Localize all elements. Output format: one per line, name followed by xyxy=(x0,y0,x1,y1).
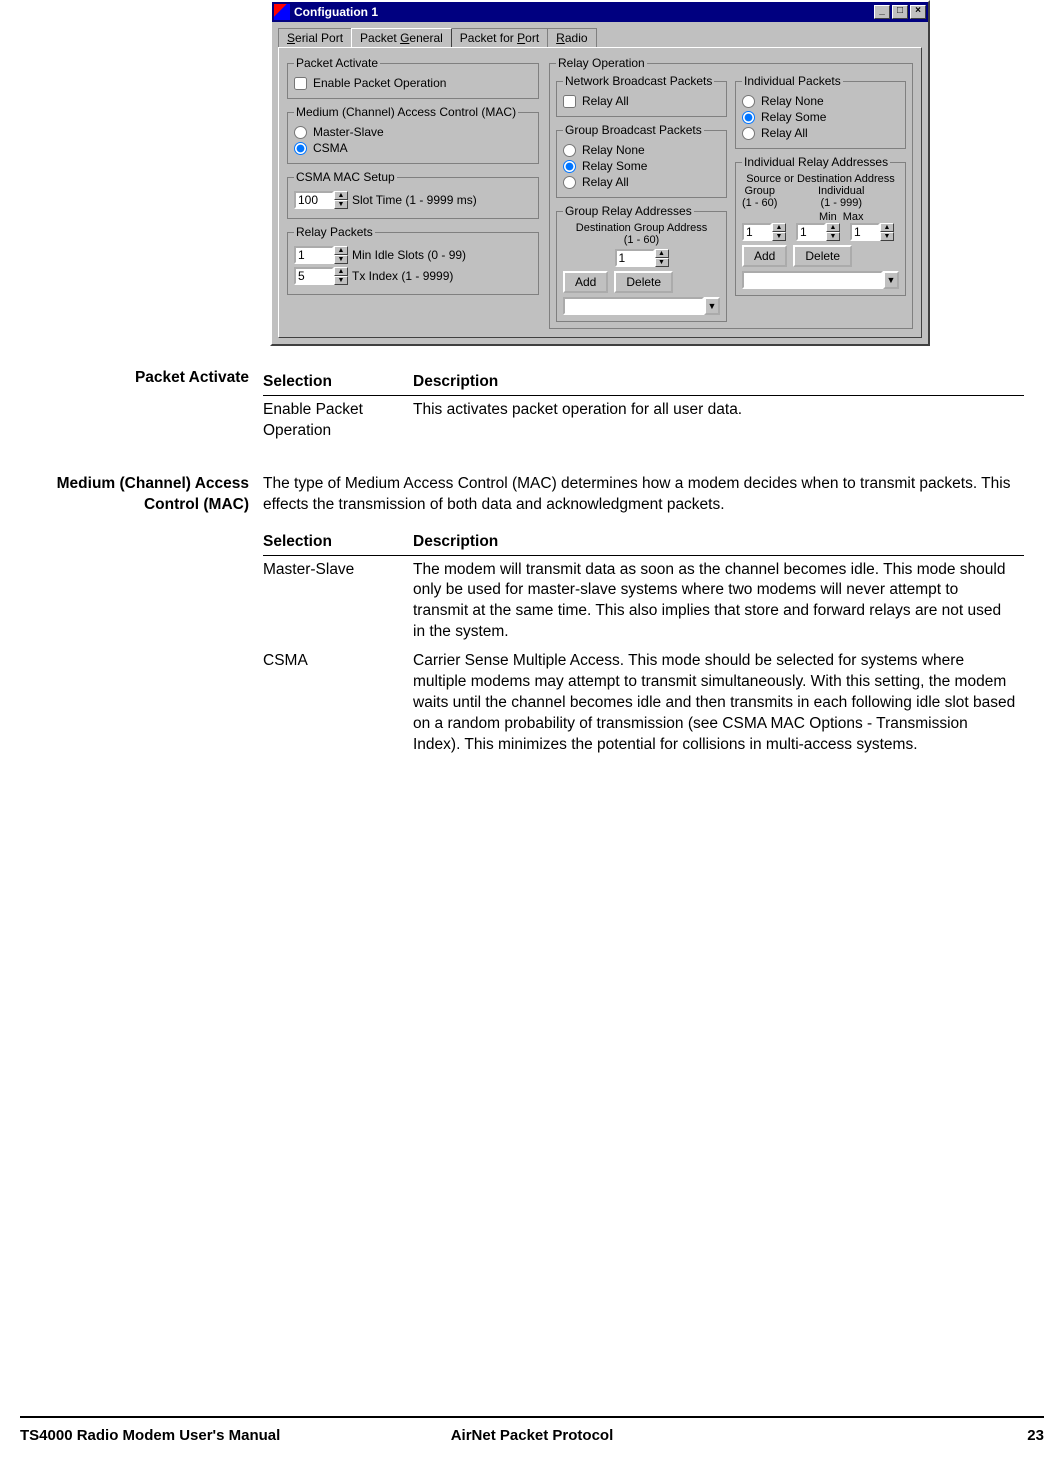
input-min-idle[interactable] xyxy=(294,246,334,264)
spin-down-icon[interactable]: ▼ xyxy=(655,258,669,267)
group-relay-operation: Relay Operation Network Broadcast Packet… xyxy=(549,56,913,329)
dropdown-ind-list[interactable]: ▼ xyxy=(742,271,899,289)
radio-master-slave[interactable]: Master-Slave xyxy=(294,125,532,139)
window-title: Configuation 1 xyxy=(294,5,874,19)
titlebar[interactable]: Configuation 1 _ □ × xyxy=(272,2,928,22)
radio-ip-all[interactable]: Relay All xyxy=(742,126,899,140)
tab-panel: Packet Activate Enable Packet Operation … xyxy=(278,47,922,338)
spin-tx-index[interactable]: ▲▼ xyxy=(294,267,348,285)
group-network-broadcast: Network Broadcast Packets Relay All xyxy=(556,74,727,117)
group-individual-packets: Individual Packets Relay None Relay Some… xyxy=(735,74,906,149)
group-mac: Medium (Channel) Access Control (MAC) Ma… xyxy=(287,105,539,164)
button-group-add[interactable]: Add xyxy=(563,271,608,293)
radio-ip-none[interactable]: Relay None xyxy=(742,94,899,108)
group-csma-setup: CSMA MAC Setup ▲▼ Slot Time (1 - 9999 ms… xyxy=(287,170,539,219)
button-ind-add[interactable]: Add xyxy=(742,245,787,267)
spin-up-icon[interactable]: ▲ xyxy=(880,223,894,232)
dropdown-group-list[interactable]: ▼ xyxy=(563,297,720,315)
chevron-down-icon[interactable]: ▼ xyxy=(883,271,899,289)
tab-serial-port[interactable]: Serial Port xyxy=(278,28,352,47)
radio-ip-some[interactable]: Relay Some xyxy=(742,110,899,124)
input-ind-max[interactable] xyxy=(850,223,880,241)
spin-down-icon[interactable]: ▼ xyxy=(334,276,348,285)
label-tx-index: Tx Index (1 - 9999) xyxy=(352,269,453,283)
spin-up-icon[interactable]: ▲ xyxy=(334,191,348,200)
legend-relay-packets: Relay Packets xyxy=(294,225,375,239)
button-ind-delete[interactable]: Delete xyxy=(793,245,852,267)
spin-up-icon[interactable]: ▲ xyxy=(334,246,348,255)
minimize-button[interactable]: _ xyxy=(874,5,890,19)
group-group-broadcast: Group Broadcast Packets Relay None Relay… xyxy=(556,123,727,198)
spin-up-icon[interactable]: ▲ xyxy=(334,267,348,276)
radio-csma[interactable]: CSMA xyxy=(294,141,532,155)
footer-center: AirNet Packet Protocol xyxy=(361,1427,702,1444)
table-row: CSMA Carrier Sense Multiple Access. This… xyxy=(263,647,1024,760)
legend-packet-activate: Packet Activate xyxy=(294,56,380,70)
spin-group-addr[interactable]: ▲▼ xyxy=(615,249,669,267)
radio-gb-all[interactable]: Relay All xyxy=(563,175,720,189)
chevron-down-icon[interactable]: ▼ xyxy=(704,297,720,315)
checkbox-enable-packet[interactable]: Enable Packet Operation xyxy=(294,76,532,90)
table-mac: Selection Description Master-Slave The m… xyxy=(263,530,1024,760)
spin-up-icon[interactable]: ▲ xyxy=(826,223,840,232)
spin-down-icon[interactable]: ▼ xyxy=(334,200,348,209)
spin-down-icon[interactable]: ▼ xyxy=(772,232,786,241)
label-slot-time: Slot Time (1 - 9999 ms) xyxy=(352,193,477,207)
checkbox-nb-relay-all[interactable]: Relay All xyxy=(563,94,720,108)
mac-intro: The type of Medium Access Control (MAC) … xyxy=(263,474,1024,516)
spin-slot-time[interactable]: ▲▼ xyxy=(294,191,348,209)
checkbox-enable-packet-input[interactable] xyxy=(294,77,307,90)
input-slot-time[interactable] xyxy=(294,191,334,209)
tab-radio[interactable]: Radio xyxy=(547,28,596,47)
spin-min-idle[interactable]: ▲▼ xyxy=(294,246,348,264)
tab-packet-general[interactable]: Packet General xyxy=(351,28,452,47)
table-packet-activate: Selection Description Enable Packet Oper… xyxy=(263,370,1024,446)
page-footer: TS4000 Radio Modem User's Manual AirNet … xyxy=(20,1427,1044,1444)
spin-ind-max[interactable]: ▲▼ xyxy=(850,223,898,241)
section-label-packet-activate: Packet Activate xyxy=(8,368,263,446)
legend-relay-operation: Relay Operation xyxy=(556,56,647,70)
tab-packet-for-port[interactable]: Packet for Port xyxy=(451,28,548,47)
spin-ind-group[interactable]: ▲▼ xyxy=(742,223,790,241)
spin-down-icon[interactable]: ▼ xyxy=(826,232,840,241)
maximize-button[interactable]: □ xyxy=(892,5,908,19)
footer-right: 23 xyxy=(703,1427,1044,1444)
spin-up-icon[interactable]: ▲ xyxy=(655,249,669,258)
radio-gb-none[interactable]: Relay None xyxy=(563,143,720,157)
table-row: Master-Slave The modem will transmit dat… xyxy=(263,555,1024,647)
group-group-relay-addr: Group Relay Addresses Destination Group … xyxy=(556,204,727,322)
config-window: Configuation 1 _ □ × Serial Port Packet … xyxy=(270,0,930,346)
label-min-idle: Min Idle Slots (0 - 99) xyxy=(352,248,466,262)
th-description: Description xyxy=(413,370,1024,395)
input-ind-min[interactable] xyxy=(796,223,826,241)
label-ind-addr-sub: Source or Destination Address xyxy=(742,173,899,185)
close-button[interactable]: × xyxy=(910,5,926,19)
th-selection: Selection xyxy=(263,530,413,555)
legend-mac: Medium (Channel) Access Control (MAC) xyxy=(294,105,518,119)
button-group-delete[interactable]: Delete xyxy=(614,271,673,293)
app-icon xyxy=(274,4,290,20)
th-description: Description xyxy=(413,530,1024,555)
input-group-addr[interactable] xyxy=(615,249,655,267)
spin-up-icon[interactable]: ▲ xyxy=(772,223,786,232)
footer-left: TS4000 Radio Modem User's Manual xyxy=(20,1427,361,1444)
table-row: Enable Packet Operation This activates p… xyxy=(263,395,1024,445)
group-packet-activate: Packet Activate Enable Packet Operation xyxy=(287,56,539,99)
tabstrip: Serial Port Packet General Packet for Po… xyxy=(272,22,928,47)
footer-rule xyxy=(20,1416,1044,1418)
group-relay-packets: Relay Packets ▲▼ Min Idle Slots (0 - 99)… xyxy=(287,225,539,295)
section-label-mac: Medium (Channel) Access Control (MAC) xyxy=(8,474,263,760)
th-selection: Selection xyxy=(263,370,413,395)
input-ind-group[interactable] xyxy=(742,223,772,241)
legend-csma-setup: CSMA MAC Setup xyxy=(294,170,397,184)
label-group-addr-sub: Destination Group Address (1 - 60) xyxy=(563,222,720,246)
input-tx-index[interactable] xyxy=(294,267,334,285)
radio-gb-some[interactable]: Relay Some xyxy=(563,159,720,173)
spin-ind-min[interactable]: ▲▼ xyxy=(796,223,844,241)
spin-down-icon[interactable]: ▼ xyxy=(334,255,348,264)
group-individual-relay-addr: Individual Relay Addresses Source or Des… xyxy=(735,155,906,296)
spin-down-icon[interactable]: ▼ xyxy=(880,232,894,241)
